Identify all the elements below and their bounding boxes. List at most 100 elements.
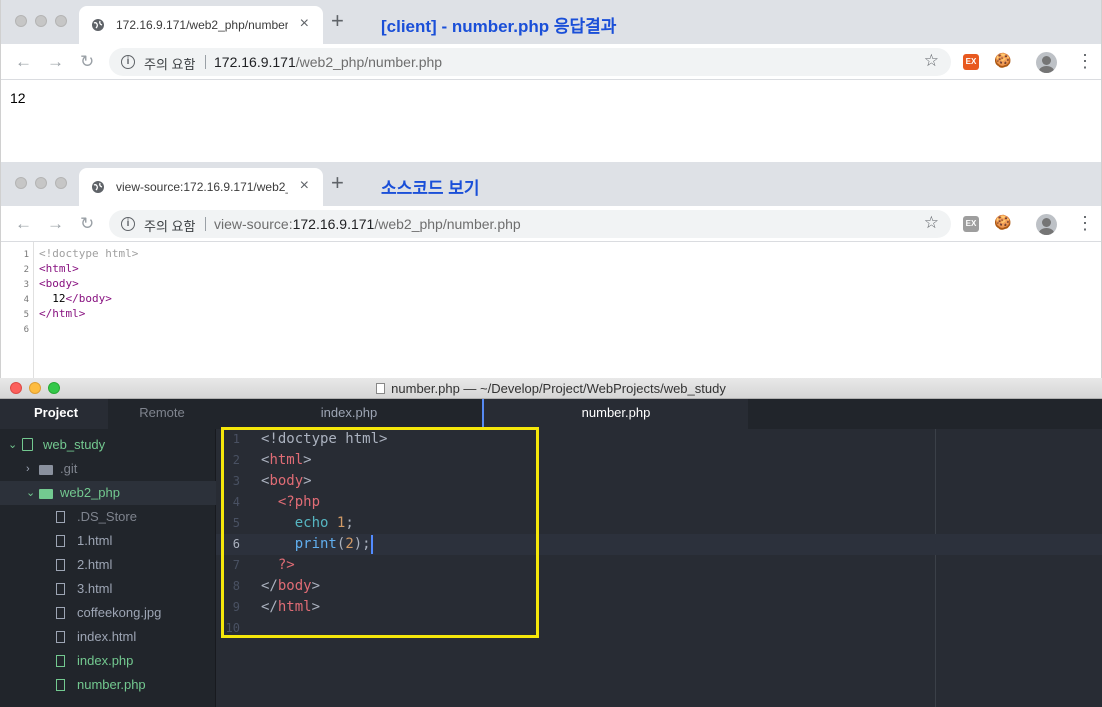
minimize-traffic-light[interactable] xyxy=(35,177,47,189)
info-icon[interactable]: i xyxy=(121,55,135,69)
tree-item-label: 3.html xyxy=(77,581,113,596)
security-label[interactable]: 주의 요함 xyxy=(144,54,195,73)
extension-ex-icon[interactable]: EX xyxy=(963,216,979,232)
divider xyxy=(205,55,206,69)
back-arrow-icon[interactable]: ← xyxy=(15,214,32,234)
address-bar[interactable]: i 주의 요함 view-source:172.16.9.171/web2_ph… xyxy=(109,210,951,238)
url-text[interactable]: view-source:172.16.9.171/web2_php/number… xyxy=(214,216,521,232)
tab-remote[interactable]: Remote xyxy=(108,399,216,429)
tab-title: view-source:172.16.9.171/web2_php/number… xyxy=(116,180,288,194)
cookie-extension-icon[interactable]: 🍪 xyxy=(994,214,1011,231)
source-line: 2 <html> xyxy=(1,261,79,276)
tree-item[interactable]: › .git xyxy=(0,457,216,481)
tree-item-label: web_study xyxy=(43,437,106,452)
reload-icon[interactable]: ↻ xyxy=(80,52,94,72)
forward-arrow-icon[interactable]: → xyxy=(47,52,64,72)
tree-item-label: coffeekong.jpg xyxy=(77,605,162,620)
window-title-text: number.php — ~/Develop/Project/WebProjec… xyxy=(391,381,726,396)
tab-close-icon[interactable]: × xyxy=(300,177,309,195)
response-text: 12 xyxy=(10,90,26,106)
minimize-traffic-light[interactable] xyxy=(35,15,47,27)
source-code: </html> xyxy=(39,307,86,320)
tree-item[interactable]: coffeekong.jpg xyxy=(0,601,216,625)
url-text[interactable]: 172.16.9.171/web2_php/number.php xyxy=(214,54,442,70)
address-bar[interactable]: i 주의 요함 172.16.9.171/web2_php/number.php… xyxy=(109,48,951,76)
source-line: 4 12</body> xyxy=(1,291,112,306)
source-line: 3 <body> xyxy=(1,276,79,291)
extension-ex-icon[interactable]: EX xyxy=(963,54,979,70)
tree-item-label: index.php xyxy=(77,653,134,668)
tree-item[interactable]: index.html xyxy=(0,625,216,649)
file-icon xyxy=(56,631,65,643)
editor-window: number.php — ~/Develop/Project/WebProjec… xyxy=(0,378,1102,707)
tree-item[interactable]: number.php xyxy=(0,673,216,697)
tree-item-label: web2_php xyxy=(60,485,120,500)
browser-window-response: 172.16.9.171/web2_php/number.php × + [cl… xyxy=(0,0,1102,162)
source-code: 12</body> xyxy=(39,292,112,305)
new-tab-button[interactable]: + xyxy=(331,10,344,32)
url-prefix: view-source: xyxy=(214,216,293,232)
tree-item[interactable]: .DS_Store xyxy=(0,505,216,529)
tab-number-php[interactable]: number.php xyxy=(482,399,748,429)
divider xyxy=(205,217,206,231)
tree-item[interactable]: index.php xyxy=(0,649,216,673)
tree-item[interactable]: ⌄ web_study xyxy=(0,433,216,457)
tree-item[interactable]: ⌄ web2_php xyxy=(0,481,216,505)
file-icon xyxy=(56,535,65,547)
profile-avatar-icon[interactable] xyxy=(1036,52,1057,73)
close-traffic-light[interactable] xyxy=(15,15,27,27)
profile-avatar-icon[interactable] xyxy=(1036,214,1057,235)
tree-item[interactable]: 3.html xyxy=(0,577,216,601)
tree-item[interactable]: 1.html xyxy=(0,529,216,553)
menu-kebab-icon[interactable]: ⋮ xyxy=(1076,51,1094,71)
new-tab-button[interactable]: + xyxy=(331,172,344,194)
folder-icon xyxy=(39,465,53,475)
highlight-box xyxy=(221,427,539,638)
url-host: 172.16.9.171 xyxy=(292,216,375,232)
file-icon xyxy=(56,583,65,595)
bookmark-star-icon[interactable]: ☆ xyxy=(924,213,939,233)
tree-item-label: .DS_Store xyxy=(77,509,137,524)
security-label[interactable]: 주의 요함 xyxy=(144,216,195,235)
menu-kebab-icon[interactable]: ⋮ xyxy=(1076,213,1094,233)
reload-icon[interactable]: ↻ xyxy=(80,214,94,234)
tab-close-icon[interactable]: × xyxy=(300,15,309,33)
browser-toolbar: ← → ↻ i 주의 요함 view-source:172.16.9.171/w… xyxy=(1,206,1101,242)
back-arrow-icon[interactable]: ← xyxy=(15,52,32,72)
source-line: 5 </html> xyxy=(1,306,86,321)
editor-title-bar: number.php — ~/Develop/Project/WebProjec… xyxy=(0,378,1102,399)
cookie-extension-icon[interactable]: 🍪 xyxy=(994,52,1011,69)
file-icon xyxy=(56,655,65,667)
browser-tab[interactable]: 172.16.9.171/web2_php/number.php × xyxy=(79,6,323,44)
source-code: <!doctype html> xyxy=(39,247,139,260)
source-line: 6 xyxy=(1,321,29,336)
browser-window-view-source: view-source:172.16.9.171/web2_php/number… xyxy=(0,162,1102,378)
tab-title: 172.16.9.171/web2_php/number.php xyxy=(116,18,288,32)
globe-icon xyxy=(92,181,104,193)
tab-strip: view-source:172.16.9.171/web2_php/number… xyxy=(1,162,1101,206)
url-path: /web2_php/number.php xyxy=(295,54,443,70)
browser-toolbar: ← → ↻ i 주의 요함 172.16.9.171/web2_php/numb… xyxy=(1,44,1101,80)
tab-strip: 172.16.9.171/web2_php/number.php × + [cl… xyxy=(1,0,1101,44)
source-code: <html> xyxy=(39,262,79,275)
close-traffic-light[interactable] xyxy=(15,177,27,189)
bookmark-star-icon[interactable]: ☆ xyxy=(924,51,939,71)
window-title: number.php — ~/Develop/Project/WebProjec… xyxy=(0,381,1102,396)
chevron-right-icon[interactable]: › xyxy=(26,457,30,481)
source-code: <body> xyxy=(39,277,79,290)
editor-tabs: index.php number.php xyxy=(216,399,1102,429)
chevron-down-icon[interactable]: ⌄ xyxy=(8,433,17,457)
zoom-traffic-light[interactable] xyxy=(55,15,67,27)
line-number: 6 xyxy=(23,325,29,335)
image-file-icon xyxy=(56,607,65,619)
browser-tab[interactable]: view-source:172.16.9.171/web2_php/number… xyxy=(79,168,323,206)
zoom-traffic-light[interactable] xyxy=(55,177,67,189)
tab-index-php[interactable]: index.php xyxy=(216,399,482,429)
forward-arrow-icon[interactable]: → xyxy=(47,214,64,234)
tab-project[interactable]: Project xyxy=(0,399,108,429)
chevron-down-icon[interactable]: ⌄ xyxy=(26,481,35,505)
tree-item[interactable]: 2.html xyxy=(0,553,216,577)
tree-item-label: 1.html xyxy=(77,533,113,548)
info-icon[interactable]: i xyxy=(121,217,135,231)
url-host: 172.16.9.171 xyxy=(214,54,296,70)
